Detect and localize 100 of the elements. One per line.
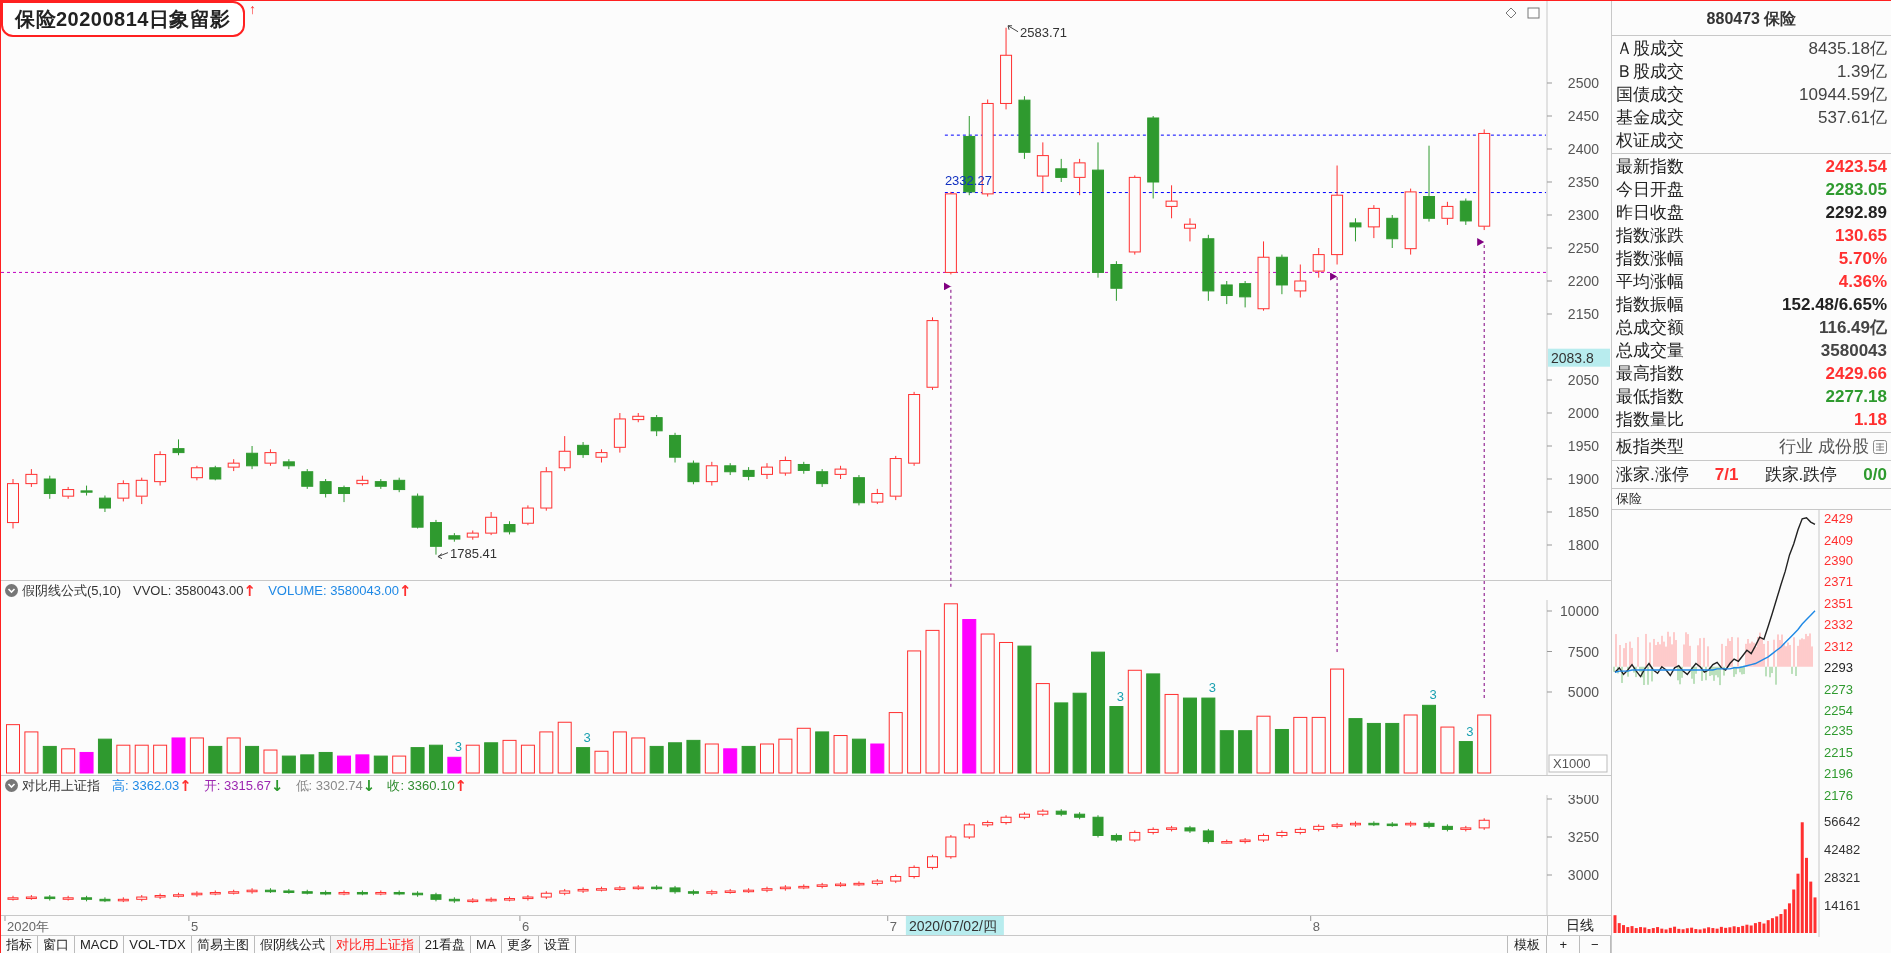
bar [1677,928,1681,933]
trend-arrow: ↓ [362,777,376,794]
stat-value: 116.49亿 [1818,317,1887,339]
collapse-icon[interactable] [5,584,18,597]
axis-tick-label: 2176 [1824,788,1853,803]
period-label[interactable]: 日线 [1565,915,1594,936]
axis-tick-label: 2215 [1824,745,1853,761]
mini-chart-title: 保险 [1615,490,1643,508]
indicator-tab[interactable]: 对比用上证指 [330,936,420,953]
bar-mark-label: 3 [1116,688,1124,704]
indicator-tab[interactable]: VOL-TDX [124,936,192,953]
diamond-icon[interactable] [1505,7,1517,19]
axis-tick-label: 1800 [1567,537,1599,553]
indicator-tab[interactable]: 更多 [501,936,539,953]
axis-tick-label: 2000 [1567,405,1599,421]
cursor-price-label: 2083.8 [1548,348,1610,367]
axis-tick-label: 7500 [1567,643,1599,660]
axis-tick-label: 2050 [1567,372,1599,388]
indicator-value: VVOL: 3580043.00 [132,581,244,600]
axis-tick-label: 2332 [1824,617,1853,632]
bar [1736,927,1740,933]
axis-tick-label: 2293 [1824,659,1853,675]
bar [1715,928,1719,933]
window-toggle-icon[interactable] [1527,7,1540,19]
trend-arrow: ↑ [179,777,192,794]
axis-tick-label: 2254 [1824,702,1853,718]
trend-arrow: ↑ [243,582,257,599]
axis-date-label: 7 [889,919,897,934]
bar [1766,920,1770,933]
stat-label: 昨日收盘 [1616,202,1684,224]
axis-tick-label: 2196 [1824,766,1853,782]
stat-label: 总成交量 [1616,340,1684,362]
bar [1698,929,1702,933]
indicator-tab[interactable]: 指标 [1,936,38,953]
indicator-tab[interactable]: MACD [75,936,125,953]
bar [1813,897,1817,933]
axis-tick-label: 2235 [1824,723,1853,739]
stat-value: 8435.18亿 [1808,38,1887,60]
axis-tick-label: 14161 [1824,898,1861,913]
grid-icon[interactable] [1873,439,1887,454]
collapse-icon[interactable] [5,779,18,792]
bar [1800,822,1804,933]
bar-mark-label: 3 [1208,680,1216,696]
indicator-tab[interactable]: 窗口 [38,936,75,953]
stat-label: 最低指数 [1616,386,1684,408]
stat-value: 2283.05 [1825,179,1887,201]
stat-label: 指数涨幅 [1616,248,1684,270]
indicator-tab[interactable]: 21看盘 [419,936,472,953]
axis-tick-label: 2200 [1567,273,1599,289]
stat-value: 1.39亿 [1836,61,1887,83]
axis-tick-label: 2350 [1567,174,1599,190]
axis-tick-label: 2300 [1567,207,1599,223]
axis-tick-label: 2273 [1824,681,1853,697]
axis-tick-label: 3500 [1567,795,1599,807]
indicator-tab[interactable]: MA [471,936,502,953]
bar [1673,926,1677,933]
bar [1660,928,1664,933]
axis-tick-label: 2371 [1824,574,1853,590]
leader-line [437,552,449,560]
bar-mark-label: 3 [1429,687,1437,703]
zoom-button[interactable]: − [1579,936,1611,953]
indicator-value: 收: 3360.10 [387,776,455,795]
indicator-tab[interactable]: 假阴线公式 [254,936,331,953]
axis-tick-label: 56642 [1824,814,1861,829]
zoom-button[interactable]: + [1548,936,1580,953]
axis-date-label: 6 [521,919,530,934]
bar [1770,918,1774,933]
bar [1724,927,1728,933]
stat-label: 指数量比 [1616,409,1684,431]
stat-value: 7/1 [1714,464,1739,486]
bar [1728,927,1732,933]
indicator-tab[interactable]: 设置 [538,936,576,953]
stat-value: 152.48/6.65% [1782,294,1887,316]
cursor-date-label: 2020/07/02/四 [905,916,1004,935]
stat-label: 最高指数 [1616,363,1684,385]
indicator-value: 低: 3302.74 [295,776,363,795]
template-button[interactable]: 模板 [1507,936,1547,953]
stat-value: 2429.66 [1825,363,1887,385]
bar [1643,927,1647,933]
security-header: 880473 保险 [1612,1,1891,36]
bar [1668,927,1672,933]
axis-tick-label: 2500 [1567,75,1599,91]
axis-tick-label: 2390 [1824,553,1853,569]
stat-value: 3580043 [1820,340,1887,362]
stat-label: 平均涨幅 [1616,271,1684,293]
indicator-name: 假阴线公式(5,10) [22,581,121,600]
stat-label: 跌家.跌停 [1764,464,1838,486]
indicator-tab[interactable]: 简易主图 [191,936,255,953]
stat-label: 最新指数 [1616,156,1684,178]
trend-arrow: ↑ [398,582,412,599]
bar [1622,925,1626,933]
indicator-name: 对比用上证指 [22,776,100,795]
bar [1634,928,1638,933]
axis-tick-label: 2250 [1567,240,1599,256]
stat-value: 0/0 [1863,464,1887,486]
stat-value: 2423.54 [1825,156,1887,178]
axis-tick-label: 3000 [1567,867,1599,883]
stat-label: Ｂ股成交 [1616,61,1684,83]
bar [1694,929,1698,933]
unit-label: X1000 [1548,754,1608,773]
